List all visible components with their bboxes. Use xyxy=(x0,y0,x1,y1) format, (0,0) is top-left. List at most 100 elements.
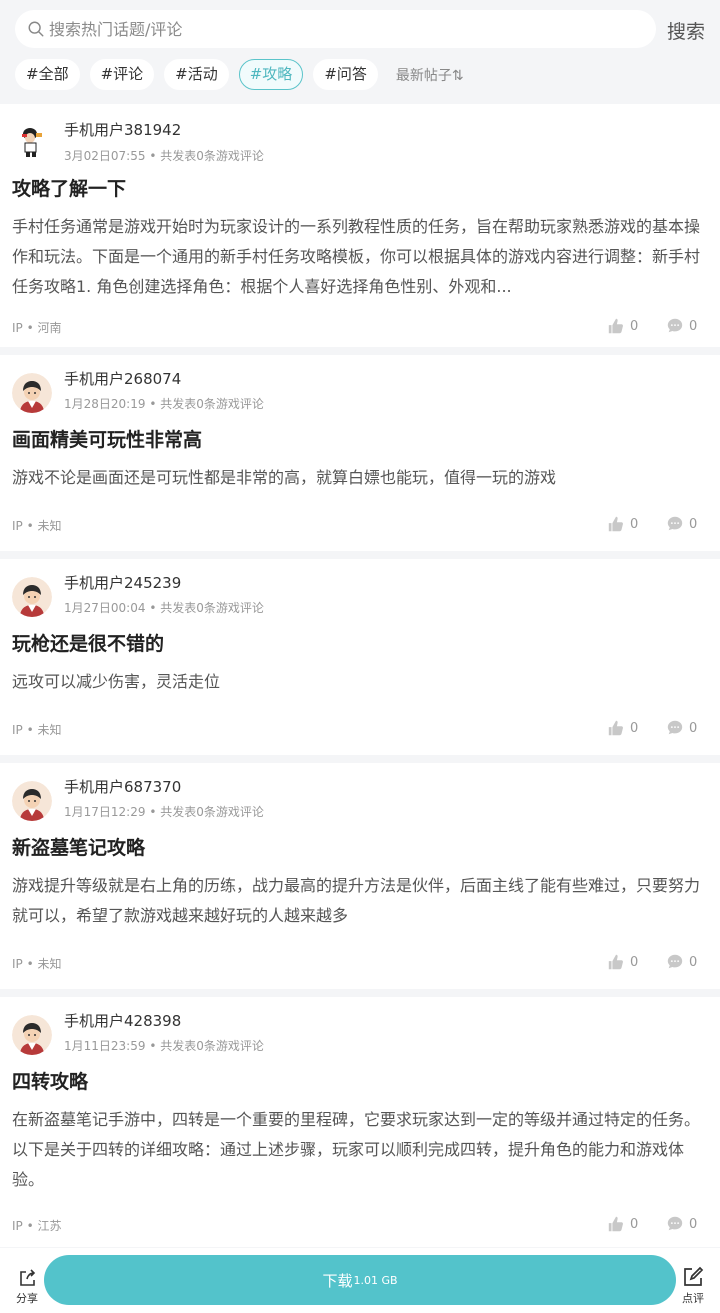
thumbs-up-icon xyxy=(608,954,623,970)
post-header: 手机用户268074 1月28日20:19 • 共发表0条游戏评论 xyxy=(12,355,708,427)
post-footer: IP • 未知 0 0 xyxy=(12,509,708,539)
post-body[interactable]: 手村任务通常是游戏开始时为玩家设计的一系列教程性质的任务，旨在帮助玩家熟悉游戏的… xyxy=(12,212,708,302)
like-button[interactable]: 0 xyxy=(607,317,638,335)
post-footer: IP • 未知 0 0 xyxy=(12,713,708,743)
default-avatar-icon xyxy=(12,1015,52,1055)
post-count: • 共发表0条游戏评论 xyxy=(145,601,264,615)
search-button[interactable]: 搜索 xyxy=(667,17,705,44)
search-input[interactable] xyxy=(49,19,629,39)
post-card[interactable]: 手机用户381942 3月02日07:55 • 共发表0条游戏评论 攻略了解一下… xyxy=(0,104,720,347)
post-time: 1月28日20:19 xyxy=(64,397,146,411)
username[interactable]: 手机用户381942 xyxy=(64,119,181,140)
post-card[interactable]: 手机用户428398 1月11日23:59 • 共发表0条游戏评论 四转攻略 在… xyxy=(0,997,720,1247)
ip-location: IP • 未知 xyxy=(12,957,62,971)
comment-icon xyxy=(667,318,683,333)
search-icon xyxy=(28,21,44,37)
post-count: • 共发表0条游戏评论 xyxy=(145,397,264,411)
post-title[interactable]: 攻略了解一下 xyxy=(12,176,708,202)
comment-count: 0 xyxy=(689,954,698,970)
like-button[interactable]: 0 xyxy=(607,953,638,971)
post-header: 手机用户428398 1月11日23:59 • 共发表0条游戏评论 xyxy=(12,997,708,1069)
post-body[interactable]: 远攻可以减少伤害，灵活走位 xyxy=(12,667,708,697)
tab-all[interactable]: #全部 xyxy=(15,59,80,90)
post-meta: 1月27日00:04 • 共发表0条游戏评论 xyxy=(64,599,264,616)
comment-count: 0 xyxy=(689,1216,698,1232)
post-footer: IP • 河南 0 0 xyxy=(12,311,708,341)
like-count: 0 xyxy=(630,1216,639,1232)
avatar[interactable] xyxy=(12,577,52,617)
post-count: • 共发表0条游戏评论 xyxy=(145,805,264,819)
share-button[interactable]: 分享 xyxy=(12,1268,42,1306)
download-label: 下载 xyxy=(322,1271,353,1290)
post-title[interactable]: 画面精美可玩性非常高 xyxy=(12,427,708,453)
username[interactable]: 手机用户245239 xyxy=(64,572,181,593)
comment-icon xyxy=(667,1216,683,1231)
username[interactable]: 手机用户428398 xyxy=(64,1010,181,1031)
comment-icon xyxy=(667,720,683,735)
download-size: 1.01 GB xyxy=(353,1273,398,1287)
post-card[interactable]: 手机用户268074 1月28日20:19 • 共发表0条游戏评论 画面精美可玩… xyxy=(0,355,720,551)
comment-count: 0 xyxy=(689,516,698,532)
comment-count: 0 xyxy=(689,720,698,736)
comment-button[interactable]: 0 xyxy=(666,317,697,335)
post-card[interactable]: 手机用户687370 1月17日12:29 • 共发表0条游戏评论 新盗墓笔记攻… xyxy=(0,763,720,989)
post-footer: IP • 江苏 0 0 xyxy=(12,1209,708,1239)
post-card[interactable]: 手机用户245239 1月27日00:04 • 共发表0条游戏评论 玩枪还是很不… xyxy=(0,559,720,755)
thumbs-up-icon xyxy=(608,516,623,532)
edit-icon xyxy=(684,1266,704,1286)
post-body[interactable]: 在新盗墓笔记手游中，四转是一个重要的里程碑，它要求玩家达到一定的等级并通过特定的… xyxy=(12,1105,708,1195)
comment-button[interactable]: 0 xyxy=(666,1215,697,1233)
avatar[interactable] xyxy=(12,781,52,821)
thumbs-up-icon xyxy=(608,1216,623,1232)
post-header: 手机用户381942 3月02日07:55 • 共发表0条游戏评论 xyxy=(12,104,708,176)
post-time: 1月17日12:29 xyxy=(64,805,146,819)
comment-button[interactable]: 0 xyxy=(666,515,697,533)
like-button[interactable]: 0 xyxy=(607,515,638,533)
post-body[interactable]: 游戏提升等级就是右上角的历练，战力最高的提升方法是伙伴，后面主线了能有些难过，只… xyxy=(12,871,708,931)
comment-icon xyxy=(667,954,683,969)
default-avatar-icon xyxy=(12,577,52,617)
ip-location: IP • 未知 xyxy=(12,519,62,533)
like-count: 0 xyxy=(630,720,639,736)
tab-events[interactable]: #活动 xyxy=(164,59,229,90)
thumbs-up-icon xyxy=(608,720,623,736)
like-count: 0 xyxy=(630,954,639,970)
avatar[interactable] xyxy=(12,1015,52,1055)
comment-icon xyxy=(667,516,683,531)
download-button[interactable]: 下载 1.01 GB xyxy=(44,1255,676,1305)
post-count: • 共发表0条游戏评论 xyxy=(145,149,264,163)
ip-location: IP • 未知 xyxy=(12,723,62,737)
post-footer: IP • 未知 0 0 xyxy=(12,947,708,977)
tab-guides[interactable]: #攻略 xyxy=(238,59,304,90)
post-meta: 1月28日20:19 • 共发表0条游戏评论 xyxy=(64,395,264,412)
username[interactable]: 手机用户268074 xyxy=(64,368,181,389)
post-body[interactable]: 游戏不论是画面还是可玩性都是非常的高，就算白嫖也能玩，值得一玩的游戏 xyxy=(12,463,708,493)
post-title[interactable]: 四转攻略 xyxy=(12,1069,708,1095)
top-bar: 搜索 #全部 #评论 #活动 #攻略 #问答 最新帖子⇅ xyxy=(0,0,720,104)
post-time: 3月02日07:55 xyxy=(64,149,146,163)
post-header: 手机用户687370 1月17日12:29 • 共发表0条游戏评论 xyxy=(12,763,708,835)
avatar[interactable] xyxy=(12,120,52,160)
comment-count: 0 xyxy=(689,318,698,334)
post-feed: 手机用户381942 3月02日07:55 • 共发表0条游戏评论 攻略了解一下… xyxy=(0,104,720,1255)
tab-bar: #全部 #评论 #活动 #攻略 #问答 最新帖子⇅ xyxy=(15,59,464,90)
tab-qa[interactable]: #问答 xyxy=(313,59,378,90)
post-meta: 1月11日23:59 • 共发表0条游戏评论 xyxy=(64,1037,264,1054)
username[interactable]: 手机用户687370 xyxy=(64,776,181,797)
like-button[interactable]: 0 xyxy=(607,1215,638,1233)
post-title[interactable]: 玩枪还是很不错的 xyxy=(12,631,708,657)
like-count: 0 xyxy=(630,318,639,334)
sort-dropdown[interactable]: 最新帖子⇅ xyxy=(396,65,464,85)
comment-button[interactable]: 0 xyxy=(666,719,697,737)
post-title[interactable]: 新盗墓笔记攻略 xyxy=(12,835,708,861)
tab-reviews[interactable]: #评论 xyxy=(89,59,155,90)
comment-button[interactable]: 0 xyxy=(666,953,697,971)
like-button[interactable]: 0 xyxy=(607,719,638,737)
avatar[interactable] xyxy=(12,373,52,413)
bottom-action-bar: 分享 下载 1.01 GB 点评 xyxy=(0,1248,720,1313)
review-label: 点评 xyxy=(682,1292,704,1305)
default-avatar-icon xyxy=(12,373,52,413)
ip-location: IP • 江苏 xyxy=(12,1219,62,1233)
search-box[interactable] xyxy=(15,10,656,48)
review-button[interactable]: 点评 xyxy=(678,1266,708,1306)
